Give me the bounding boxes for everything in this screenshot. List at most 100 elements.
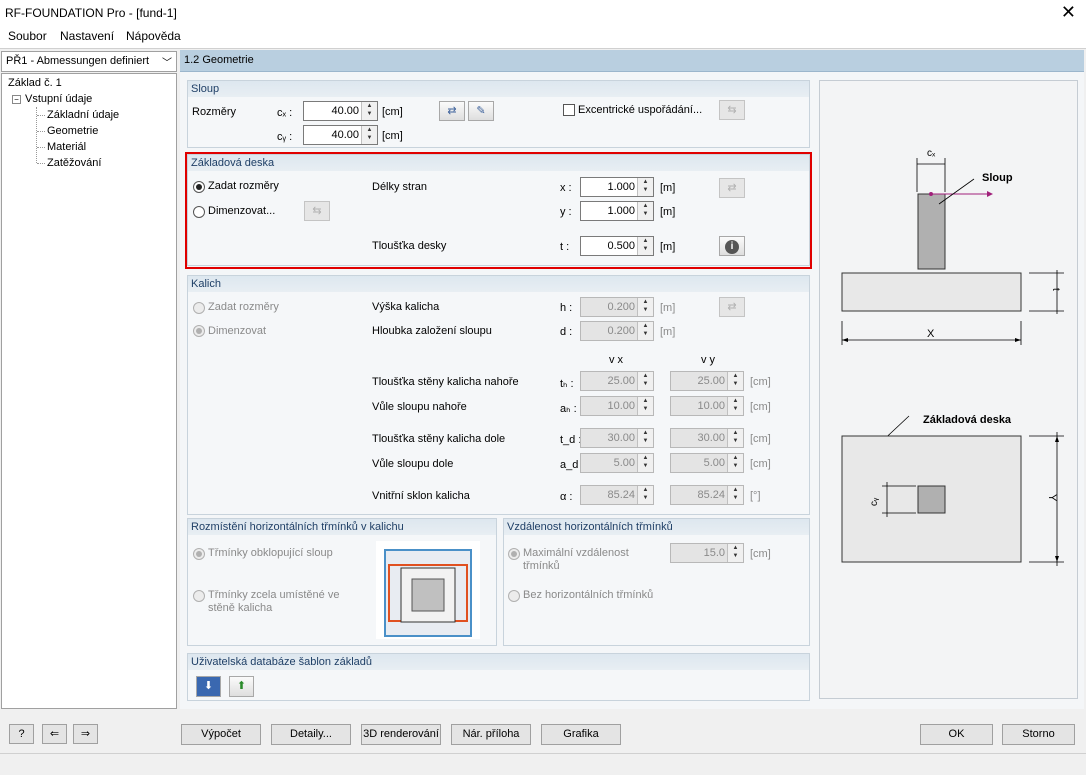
kalich-row-symbol: t_d :	[560, 434, 582, 446]
kalich-zadat-radio[interactable]	[193, 302, 205, 314]
trminky-stena-radio[interactable]	[193, 590, 205, 602]
kalich-row-label: Tloušťka stěny kalicha dole	[372, 433, 506, 445]
group-databaze: Uživatelská databáze šablon základů	[187, 653, 810, 701]
spin-arrows-icon[interactable]: ▲ ▼	[727, 429, 743, 447]
bez-trminku-label[interactable]: Bez horizontálních třmínků	[523, 589, 653, 601]
kalich-row-unit: [cm]	[750, 401, 771, 413]
kalich-row-x-input[interactable]: 30.00 ▲ ▼	[580, 428, 654, 448]
spin-arrows-icon[interactable]: ▲ ▼	[637, 298, 653, 316]
tree-item-zakladni[interactable]: Základní údaje	[47, 109, 119, 121]
spin-arrows-icon[interactable]: ▲ ▼	[637, 429, 653, 447]
group-vzdalenost: Vzdálenost horizontálních třmínků	[503, 518, 810, 646]
kalich-row-y-value: 85.24	[697, 489, 725, 501]
tree-item-material[interactable]: Materiál	[47, 141, 86, 153]
spin-arrows-icon[interactable]: ▲ ▼	[637, 486, 653, 504]
render-button[interactable]: 3D renderování	[361, 724, 441, 745]
prev-icon[interactable]: ⇐	[42, 724, 67, 744]
trminky-obklopujici-label[interactable]: Třmínky obklopující sloup	[208, 547, 333, 559]
cy-value: 40.00	[331, 129, 359, 141]
ok-button[interactable]: OK	[920, 724, 993, 745]
tree-root[interactable]: Základ č. 1	[8, 77, 62, 89]
next-icon[interactable]: ⇒	[73, 724, 98, 744]
section-title: 1.2 Geometrie	[184, 54, 254, 66]
kalich-row-y-input[interactable]: 10.00 ▲ ▼	[670, 396, 744, 416]
trminky-obklopujici-radio[interactable]	[193, 548, 205, 560]
kalich-dimenzovat-radio[interactable]	[193, 325, 205, 337]
kalich-row-label: Vůle sloupu dole	[372, 458, 454, 470]
priloha-button[interactable]: Nár. příloha	[451, 724, 531, 745]
spin-arrows-icon[interactable]: ▲ ▼	[361, 102, 377, 120]
tree-item-geometrie[interactable]: Geometrie	[47, 125, 98, 137]
group-vzdalenost-title: Vzdálenost horizontálních třmínků	[504, 519, 809, 535]
d-unit: [m]	[660, 326, 676, 338]
vzdalenost-input[interactable]: 15.0 ▲ ▼	[670, 543, 744, 563]
spin-arrows-icon[interactable]: ▲ ▼	[727, 372, 743, 390]
group-kalich-title: Kalich	[188, 276, 809, 292]
export-template-icon[interactable]: ⬆	[229, 676, 254, 697]
h-label: h :	[560, 302, 573, 314]
spin-arrows-icon[interactable]: ▲ ▼	[637, 454, 653, 472]
bez-trminku-radio[interactable]	[508, 590, 520, 602]
collapse-icon[interactable]: −	[12, 95, 21, 104]
spin-arrows-icon[interactable]: ▲ ▼	[727, 486, 743, 504]
cy-input[interactable]: 40.00 ▲ ▼	[303, 125, 378, 145]
kalich-swap-icon[interactable]: ⇄	[719, 297, 745, 317]
kalich-row-x-input[interactable]: 5.00 ▲ ▼	[580, 453, 654, 473]
menu-soubor[interactable]: Soubor	[8, 29, 47, 43]
spin-arrows-icon[interactable]: ▲ ▼	[637, 397, 653, 415]
col-vy: v y	[701, 354, 716, 366]
tree-connector	[37, 163, 45, 164]
menu-napoveda[interactable]: Nápověda	[126, 29, 181, 43]
tree-group[interactable]: Vstupní údaje	[25, 93, 92, 105]
title-bar: RF-FOUNDATION Pro - [fund-1] ✕	[0, 0, 1086, 28]
kalich-row-y-input[interactable]: 85.24 ▲ ▼	[670, 485, 744, 505]
spin-arrows-icon[interactable]: ▲ ▼	[727, 397, 743, 415]
vypocet-button[interactable]: Výpočet	[181, 724, 261, 745]
detaily-button[interactable]: Detaily...	[271, 724, 351, 745]
grafika-button[interactable]: Grafika	[541, 724, 621, 745]
rozmery-label: Rozměry	[192, 106, 237, 118]
kalich-row-x-input[interactable]: 10.00 ▲ ▼	[580, 396, 654, 416]
kalich-row-y-value: 5.00	[703, 457, 725, 469]
excentric-checkbox[interactable]	[563, 104, 575, 116]
spin-arrows-icon[interactable]: ▲ ▼	[361, 126, 377, 144]
close-icon[interactable]: ✕	[1061, 2, 1076, 23]
spin-arrows-icon[interactable]: ▲ ▼	[637, 372, 653, 390]
help-icon[interactable]: ?	[9, 724, 34, 744]
cy-label: cᵧ :	[277, 131, 293, 143]
group-databaze-title: Uživatelská databáze šablon základů	[188, 654, 809, 670]
preview-deska: Základová deska	[923, 414, 1012, 426]
d-value: 0.200	[607, 325, 635, 337]
kalich-row-y-input[interactable]: 5.00 ▲ ▼	[670, 453, 744, 473]
kalich-row-x-value: 25.00	[607, 375, 635, 387]
h-unit: [m]	[660, 302, 676, 314]
kalich-dimenzovat-label[interactable]: Dimenzovat	[208, 325, 266, 337]
excentric-label[interactable]: Excentrické uspořádání...	[578, 104, 702, 116]
kalich-row-y-input[interactable]: 30.00 ▲ ▼	[670, 428, 744, 448]
nav-tree: Základ č. 1 − Vstupní údaje Základní úda…	[1, 73, 177, 709]
import-template-icon[interactable]: ⬇	[196, 676, 221, 697]
tree-item-zatezovani[interactable]: Zatěžování	[47, 157, 101, 169]
max-vzdalenost-label[interactable]: Maximální vzdálenost třmínků	[523, 547, 643, 573]
storno-button[interactable]: Storno	[1002, 724, 1075, 745]
kalich-row-y-input[interactable]: 25.00 ▲ ▼	[670, 371, 744, 391]
kalich-row-x-input[interactable]: 25.00 ▲ ▼	[580, 371, 654, 391]
trminky-stena-label[interactable]: Třmínky zcela umístěné ve stěně kalicha	[208, 589, 368, 615]
spin-arrows-icon[interactable]: ▲ ▼	[727, 544, 743, 562]
spin-arrows-icon[interactable]: ▲ ▼	[637, 322, 653, 340]
case-select[interactable]: PŘ1 - Abmessungen definiert ﹀	[1, 51, 177, 72]
swap-icon[interactable]: ⇄	[439, 101, 465, 121]
menu-nastaveni[interactable]: Nastavení	[60, 29, 114, 43]
kalich-row-x-value: 85.24	[607, 489, 635, 501]
max-vzdalenost-radio[interactable]	[508, 548, 520, 560]
group-kalich: Kalich	[187, 275, 810, 515]
spin-arrows-icon[interactable]: ▲ ▼	[727, 454, 743, 472]
kalich-row-x-input[interactable]: 85.24 ▲ ▼	[580, 485, 654, 505]
d-input[interactable]: 0.200 ▲ ▼	[580, 321, 654, 341]
kalich-row-symbol: aₕ :	[560, 403, 577, 415]
edit-list-icon[interactable]: ✎	[468, 101, 494, 121]
excentric-settings-icon[interactable]: ⇆	[719, 100, 745, 120]
cx-input[interactable]: 40.00 ▲ ▼	[303, 101, 378, 121]
kalich-zadat-label[interactable]: Zadat rozměry	[208, 301, 279, 313]
h-input[interactable]: 0.200 ▲ ▼	[580, 297, 654, 317]
